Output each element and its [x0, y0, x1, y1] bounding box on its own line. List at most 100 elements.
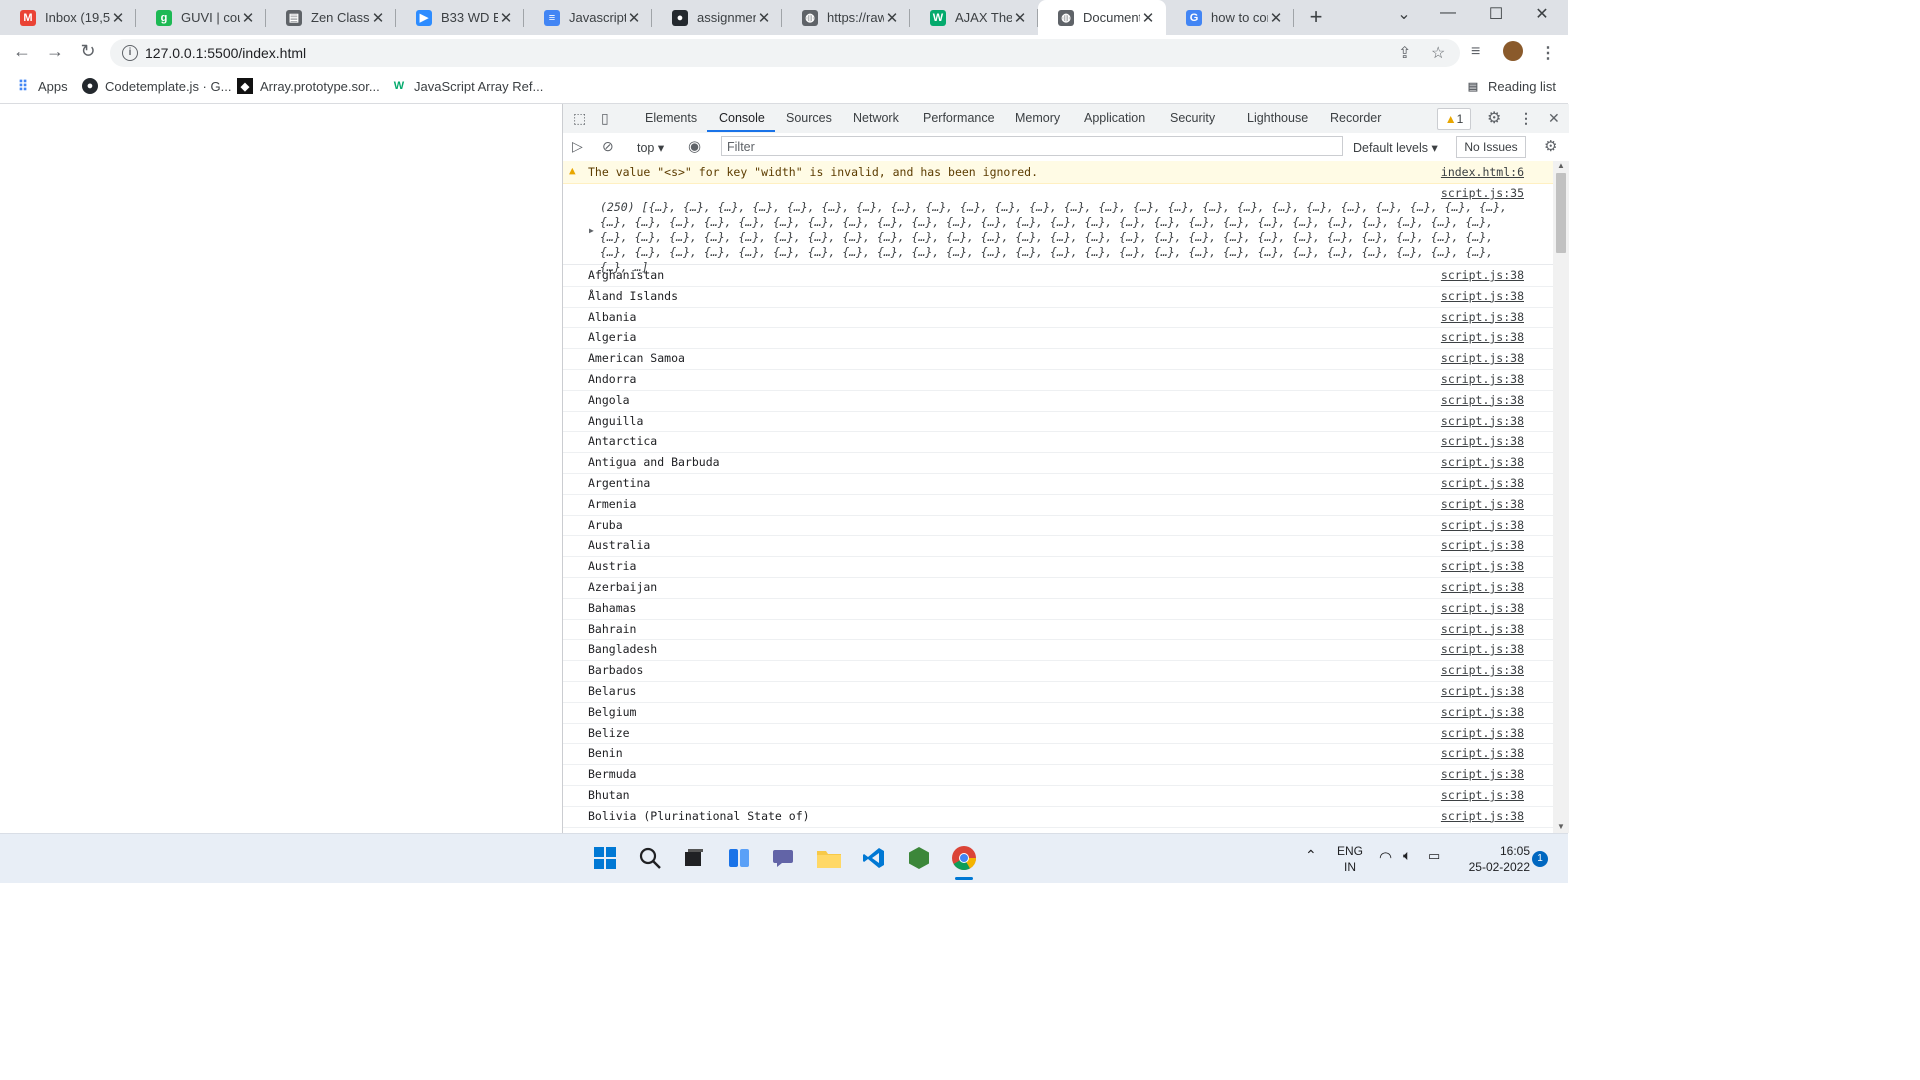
issues-button[interactable]: No Issues [1456, 136, 1526, 158]
browser-tab[interactable]: ▶ B33 WD En✕ [396, 0, 524, 35]
source-link[interactable]: script.js:38 [1441, 580, 1524, 594]
source-link[interactable]: script.js:38 [1441, 455, 1524, 469]
devtools-menu-icon[interactable]: ⋮ [1519, 110, 1533, 127]
source-link[interactable]: script.js:38 [1441, 746, 1524, 760]
profile-avatar[interactable] [1503, 41, 1523, 61]
minimize-icon[interactable]: — [1428, 4, 1468, 22]
source-link[interactable]: script.js:38 [1441, 601, 1524, 615]
inspect-element-icon[interactable]: ⬚ [573, 110, 586, 127]
widgets-icon[interactable] [725, 844, 753, 872]
source-link[interactable]: script.js:38 [1441, 268, 1524, 282]
address-url[interactable]: 127.0.0.1:5500/index.html [145, 45, 306, 61]
source-link[interactable]: script.js:38 [1441, 518, 1524, 532]
page-viewport[interactable] [0, 104, 562, 833]
close-tab-icon[interactable]: ✕ [1140, 9, 1156, 27]
live-expression-eye-icon[interactable]: ◉ [688, 137, 701, 155]
source-link[interactable]: script.js:38 [1441, 310, 1524, 324]
devtools-tab-performance[interactable]: Performance [923, 111, 995, 125]
source-link[interactable]: script.js:38 [1441, 684, 1524, 698]
volume-icon[interactable]: 🔈︎ [1403, 847, 1411, 864]
console-filter-input[interactable]: Filter [721, 136, 1343, 156]
browser-tab[interactable]: Ghow to con ✕ [1166, 0, 1294, 35]
nodejs-icon[interactable] [905, 844, 933, 872]
language-indicator[interactable]: ENG IN [1333, 843, 1367, 875]
console-settings-gear-icon[interactable]: ⚙ [1544, 137, 1557, 155]
source-link[interactable]: index.html:6 [1441, 165, 1524, 179]
close-tab-icon[interactable]: ✕ [626, 9, 642, 27]
close-devtools-icon[interactable]: ✕ [1548, 110, 1560, 127]
browser-tab[interactable]: ◍ Document ✕ [1038, 0, 1166, 35]
devtools-tab-elements[interactable]: Elements [645, 111, 697, 125]
bookmark-star-icon[interactable]: ☆ [1431, 43, 1445, 63]
battery-icon[interactable]: ▭ [1428, 848, 1440, 864]
close-tab-icon[interactable]: ✕ [1268, 9, 1284, 27]
devtools-tab-recorder[interactable]: Recorder [1330, 111, 1381, 125]
browser-tab[interactable]: ◍ https://raw ✕ [782, 0, 910, 35]
bookmark-codetemplate[interactable]: ● Codetemplate.js · G... [82, 78, 231, 94]
source-link[interactable]: script.js:38 [1441, 330, 1524, 344]
devtools-tab-sources[interactable]: Sources [786, 111, 832, 125]
source-link[interactable]: script.js:38 [1441, 351, 1524, 365]
source-link[interactable]: script.js:38 [1441, 622, 1524, 636]
clock[interactable]: 16:05 25-02-2022 [1458, 843, 1530, 875]
maximize-icon[interactable]: ☐ [1476, 4, 1516, 24]
kebab-menu-icon[interactable]: ⋮ [1540, 43, 1556, 63]
teams-chat-icon[interactable] [770, 844, 798, 872]
warnings-badge[interactable]: ▲1 [1437, 108, 1471, 130]
settings-gear-icon[interactable]: ⚙ [1487, 108, 1501, 128]
source-link[interactable]: script.js:38 [1441, 705, 1524, 719]
clear-console-icon[interactable]: ⊘ [602, 138, 614, 155]
array-preview[interactable]: (250) [{…}, {…}, {…}, {…}, {…}, {…}, {…}… [600, 200, 1520, 275]
source-link[interactable]: script.js:38 [1441, 559, 1524, 573]
search-icon[interactable] [636, 844, 664, 872]
source-link[interactable]: script.js:38 [1441, 642, 1524, 656]
source-link[interactable]: script.js:38 [1441, 434, 1524, 448]
device-toolbar-icon[interactable]: ▯ [601, 110, 609, 127]
source-link[interactable]: script.js:38 [1441, 372, 1524, 386]
scrollbar-thumb[interactable] [1556, 173, 1566, 253]
close-tab-icon[interactable]: ✕ [240, 9, 256, 27]
devtools-tab-application[interactable]: Application [1084, 111, 1145, 125]
bookmark-apps[interactable]: ⠿ Apps [15, 78, 68, 94]
source-link[interactable]: script.js:38 [1441, 476, 1524, 490]
source-link[interactable]: script.js:35 [1441, 186, 1524, 200]
new-tab-plus-icon[interactable]: + [1303, 4, 1329, 30]
file-explorer-icon[interactable] [815, 844, 843, 872]
close-tab-icon[interactable]: ✕ [498, 9, 514, 27]
close-tab-icon[interactable]: ✕ [110, 9, 126, 27]
site-info-icon[interactable]: i [122, 45, 138, 61]
source-link[interactable]: script.js:38 [1441, 726, 1524, 740]
browser-tab[interactable]: ▤ Zen Class ✕ [266, 0, 396, 35]
source-link[interactable]: script.js:38 [1441, 497, 1524, 511]
devtools-tab-lighthouse[interactable]: Lighthouse [1247, 111, 1308, 125]
windows-start-icon[interactable] [591, 844, 619, 872]
close-tab-icon[interactable]: ✕ [370, 9, 386, 27]
source-link[interactable]: script.js:38 [1441, 393, 1524, 407]
source-link[interactable]: script.js:38 [1441, 788, 1524, 802]
notification-badge[interactable]: 1 [1532, 851, 1548, 867]
chrome-icon[interactable] [950, 844, 978, 872]
forward-arrow-icon[interactable]: → [43, 41, 67, 62]
bookmark-array-sort[interactable]: ◆ Array.prototype.sor... [237, 78, 380, 94]
source-link[interactable]: script.js:38 [1441, 414, 1524, 428]
source-link[interactable]: script.js:38 [1441, 538, 1524, 552]
browser-tab[interactable]: ≡ Javascript -✕ [524, 0, 652, 35]
task-view-icon[interactable] [680, 844, 708, 872]
log-levels-dropdown[interactable]: Default levels ▾ [1353, 140, 1438, 155]
browser-tab[interactable]: M Inbox (19,5 ✕ [0, 0, 136, 35]
source-link[interactable]: script.js:38 [1441, 289, 1524, 303]
back-arrow-icon[interactable]: ← [10, 41, 34, 62]
close-window-icon[interactable]: ✕ [1522, 4, 1562, 24]
address-bar[interactable]: i 127.0.0.1:5500/index.html [110, 39, 1460, 67]
source-link[interactable]: script.js:38 [1441, 809, 1524, 823]
expand-triangle-icon[interactable]: ▶ [589, 226, 594, 235]
media-queue-icon[interactable]: ≡ [1471, 43, 1480, 61]
show-hidden-icons-chevron-icon[interactable]: ⌃ [1305, 847, 1317, 864]
scroll-up-arrow-icon[interactable]: ▲ [1557, 161, 1565, 170]
share-icon[interactable]: ⇪ [1398, 43, 1411, 63]
devtools-tab-security[interactable]: Security [1170, 111, 1215, 125]
sidebar-toggle-icon[interactable]: ▷ [572, 138, 583, 155]
context-selector[interactable]: top ▾ [637, 140, 664, 155]
console-scrollbar[interactable]: ▲ ▼ [1553, 161, 1569, 833]
bookmark-js-array-ref[interactable]: W JavaScript Array Ref... [391, 78, 544, 94]
